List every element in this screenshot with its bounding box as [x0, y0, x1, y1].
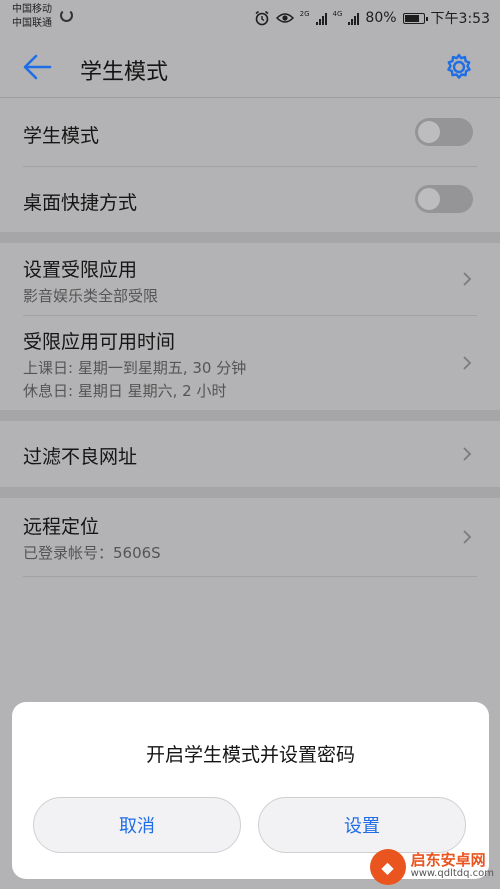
restricted-apps-sub: 影音娱乐类全部受限 — [23, 287, 159, 305]
student-mode-label: 学生模式 — [23, 125, 100, 147]
usage-time-weekend: 休息日: 星期日 星期六, 2 小时 — [23, 382, 227, 400]
carrier-names: 中国移动 中国联通 — [12, 3, 52, 31]
usage-time-row[interactable]: 受限应用可用时间 上课日: 星期一到星期五, 30 分钟 休息日: 星期日 星期… — [0, 316, 500, 410]
sync-icon — [60, 9, 73, 22]
remote-location-label: 远程定位 — [23, 516, 100, 538]
carrier-2: 中国联通 — [12, 18, 52, 29]
set-button[interactable]: 设置 — [258, 797, 466, 853]
usage-time-weekday: 上课日: 星期一到星期五, 30 分钟 — [23, 359, 247, 377]
cancel-button[interactable]: 取消 — [33, 797, 241, 853]
dialog-message: 开启学生模式并设置密码 — [145, 744, 355, 766]
student-mode-toggle[interactable] — [415, 118, 473, 146]
student-mode-row[interactable]: 学生模式 — [0, 98, 500, 166]
battery-icon — [402, 12, 428, 24]
desktop-shortcut-toggle[interactable] — [415, 185, 473, 213]
toggle-knob — [418, 188, 440, 210]
section-gap — [0, 487, 500, 498]
eye-comfort-icon — [275, 13, 294, 23]
network-type-2: 4G — [332, 9, 343, 18]
url-filter-row[interactable]: 过滤不良网址 — [0, 421, 500, 487]
desktop-shortcut-label: 桌面快捷方式 — [23, 192, 138, 214]
watermark-name: 启东安卓网 — [410, 851, 486, 869]
network-type-1: 2G — [299, 9, 310, 18]
app-bar: 学生模式 — [0, 34, 500, 98]
status-right: 2G 4G 80% 下午3:53 — [254, 8, 490, 28]
url-filter-label: 过滤不良网址 — [23, 446, 138, 468]
status-bar: 中国移动 中国联通 2G 4G 80% 下午3:53 — [0, 0, 500, 34]
watermark: ◆ 启东安卓网 www.qdltdq.com — [369, 849, 494, 885]
desktop-shortcut-row[interactable]: 桌面快捷方式 — [0, 167, 500, 232]
remote-location-row[interactable]: 远程定位 已登录帐号：5606S — [0, 498, 500, 576]
usage-time-label: 受限应用可用时间 — [23, 331, 176, 353]
watermark-text: 启东安卓网 www.qdltdq.com — [411, 853, 494, 881]
page-title: 学生模式 — [80, 60, 169, 85]
section-gap — [0, 410, 500, 421]
chevron-right-icon — [463, 272, 472, 286]
battery-percent: 80% — [365, 10, 397, 26]
watermark-url: www.qdltdq.com — [410, 868, 494, 879]
carrier-1: 中国移动 — [12, 4, 52, 15]
remote-location-account: 已登录帐号：5606S — [23, 544, 161, 562]
section-gap — [0, 232, 500, 243]
clock: 下午3:53 — [430, 11, 490, 27]
chevron-right-icon — [463, 530, 472, 544]
chevron-right-icon — [463, 356, 472, 370]
restricted-apps-row[interactable]: 设置受限应用 影音娱乐类全部受限 — [0, 243, 500, 315]
divider — [23, 576, 477, 577]
watermark-logo-icon: ◆ — [369, 849, 406, 885]
restricted-apps-label: 设置受限应用 — [23, 259, 138, 281]
gear-icon[interactable] — [444, 52, 474, 82]
alarm-icon — [255, 10, 269, 26]
toggle-knob — [418, 121, 440, 143]
signal-icon-2 — [348, 11, 360, 25]
chevron-right-icon — [463, 447, 472, 461]
signal-icon-1 — [315, 11, 327, 25]
arrow-left-icon[interactable] — [22, 53, 52, 81]
